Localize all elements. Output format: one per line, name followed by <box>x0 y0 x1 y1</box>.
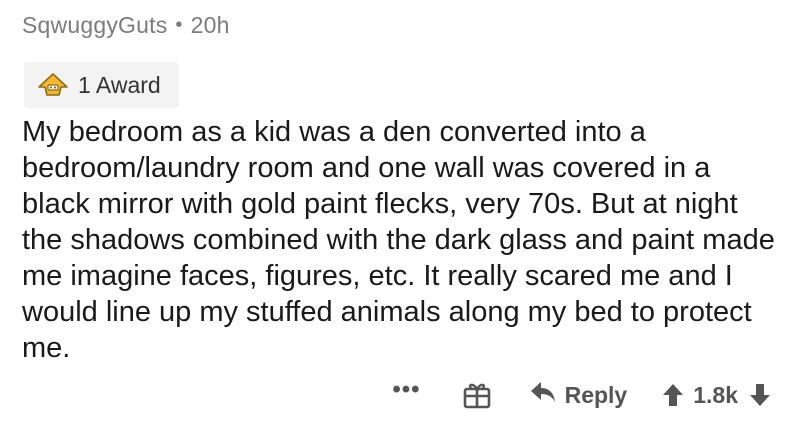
gift-icon[interactable] <box>463 381 491 409</box>
author-name[interactable]: SqwuggyGuts <box>22 12 167 39</box>
reply-label: Reply <box>564 381 628 408</box>
comment-body: My bedroom as a kid was a den converted … <box>22 116 775 364</box>
reply-arrow-icon <box>529 380 557 410</box>
award-icon <box>36 72 70 98</box>
comment-actions: ••• Reply 1.8k <box>392 372 772 418</box>
upvote-arrow-icon[interactable] <box>661 382 685 408</box>
reply-button[interactable]: Reply <box>529 380 628 410</box>
more-options-button[interactable]: ••• <box>392 376 420 414</box>
downvote-arrow-icon[interactable] <box>748 382 772 408</box>
vote-score: 1.8k <box>693 381 738 408</box>
comment: SqwuggyGuts • 20h 1 Award My bedroom as … <box>22 0 782 425</box>
comment-meta: SqwuggyGuts • 20h <box>22 12 230 39</box>
award-label: 1 Award <box>78 71 161 98</box>
award-badge[interactable]: 1 Award <box>24 62 179 108</box>
comment-age: 20h <box>190 12 230 38</box>
meta-separator: • <box>175 14 183 36</box>
